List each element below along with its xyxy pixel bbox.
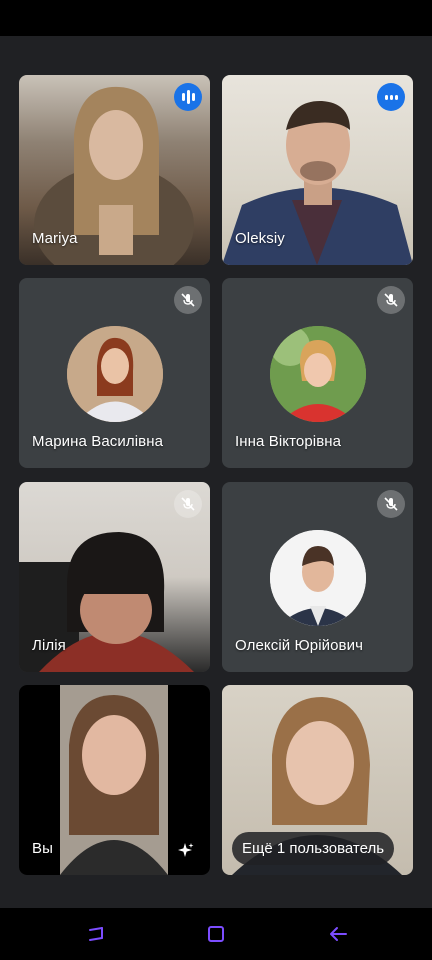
participant-tile-liliya[interactable]: Лілія — [19, 482, 210, 672]
participant-tile-maryna[interactable]: Марина Василівна — [19, 278, 210, 468]
avatar — [269, 530, 366, 626]
audio-level-icon — [377, 83, 405, 111]
more-participants-tile[interactable]: Ещё 1 пользователь — [222, 685, 413, 875]
mic-off-icon — [377, 286, 405, 314]
back-button[interactable] — [326, 922, 350, 946]
mic-off-icon — [174, 490, 202, 518]
status-bar — [0, 0, 432, 36]
home-button[interactable] — [204, 922, 228, 946]
participant-tile-mariya[interactable]: Mariya — [19, 75, 210, 265]
participant-name: Вы — [32, 840, 53, 857]
participant-name: Лілія — [32, 637, 66, 654]
participant-tile-self[interactable]: Вы — [19, 685, 210, 875]
avatar — [66, 326, 163, 422]
participant-tile-inna[interactable]: Інна Вікторівна — [222, 278, 413, 468]
avatar — [269, 326, 366, 422]
participant-name: Mariya — [32, 230, 78, 247]
participant-name: Марина Василівна — [32, 433, 164, 450]
participant-tile-oleksii-yuriyovych[interactable]: Олексій Юрійович — [222, 482, 413, 672]
recents-icon — [89, 927, 103, 941]
sparkle-icon — [178, 843, 194, 857]
participant-name: Олексій Юрійович — [235, 637, 364, 654]
participant-tile-oleksiy[interactable]: Oleksiy — [222, 75, 413, 265]
effects-button[interactable] — [170, 835, 202, 867]
participant-name: Інна Вікторівна — [235, 433, 342, 450]
mic-off-icon — [174, 286, 202, 314]
recents-button[interactable] — [84, 922, 108, 946]
back-icon — [330, 927, 347, 941]
mic-off-icon — [377, 490, 405, 518]
participant-grid: Mariya Oleksiy Марина Василівна Інна Вік… — [0, 36, 432, 908]
system-nav-bar — [0, 908, 432, 960]
participant-name: Oleksiy — [235, 230, 285, 247]
audio-level-icon — [174, 83, 202, 111]
more-participants-label: Ещё 1 пользователь — [232, 832, 395, 865]
home-icon — [208, 926, 224, 942]
